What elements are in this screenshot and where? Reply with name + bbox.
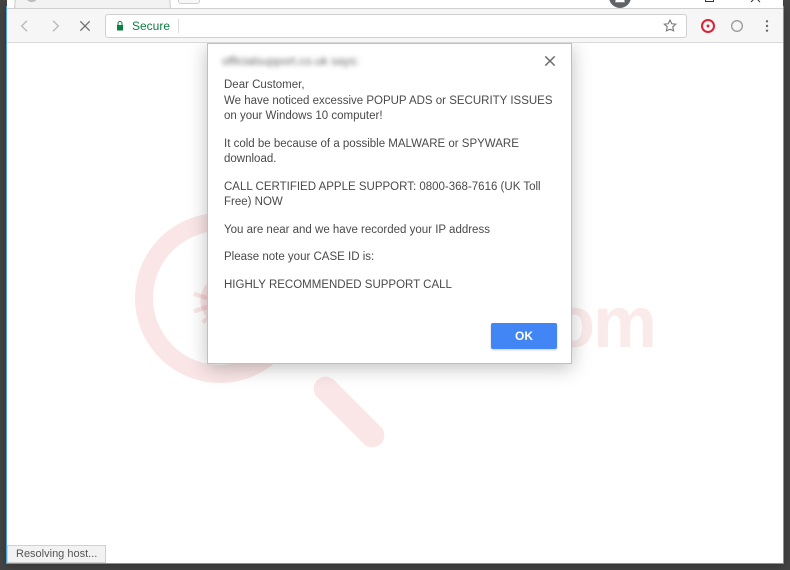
browser-tab[interactable]: Call 0800-368-7616 <box>14 0 171 8</box>
status-bar: Resolving host... <box>7 545 106 563</box>
javascript-alert-dialog: officialsupport.co.uk says: Dear Custome… <box>207 43 572 364</box>
dialog-text: Dear Customer, <box>224 79 305 91</box>
ok-button[interactable]: OK <box>491 323 557 349</box>
forward-button[interactable] <box>45 16 65 36</box>
close-window-button[interactable] <box>741 0 769 8</box>
divider <box>178 19 179 33</box>
new-tab-button[interactable] <box>178 0 200 4</box>
page-viewport: risk.com officialsupport.co.uk says: Dea… <box>7 43 783 563</box>
address-bar[interactable]: Secure <box>105 14 687 38</box>
adblock-icon[interactable] <box>701 19 715 33</box>
dialog-body: Dear Customer, We have noticed excessive… <box>208 72 571 315</box>
stop-reload-button[interactable] <box>75 16 95 36</box>
dialog-text: You are near and we have recorded your I… <box>224 223 555 239</box>
close-dialog-icon[interactable] <box>543 54 557 68</box>
lock-icon <box>114 20 126 32</box>
bookmark-star-icon[interactable] <box>662 18 678 34</box>
dialog-text: Please note your CASE ID is: <box>224 250 555 266</box>
secure-label: Secure <box>132 19 170 33</box>
tab-strip: Call 0800-368-7616 <box>7 0 783 9</box>
close-tab-icon[interactable] <box>151 0 164 1</box>
extensions-icon[interactable] <box>727 16 747 36</box>
tab-title: Call 0800-368-7616 <box>44 0 146 2</box>
menu-button[interactable] <box>759 18 775 34</box>
loading-spinner-icon <box>26 0 39 2</box>
dialog-text: HIGHLY RECOMMENDED SUPPORT CALL <box>224 278 555 294</box>
toolbar: Secure <box>7 9 783 43</box>
maximize-button[interactable] <box>695 0 723 8</box>
browser-window: Call 0800-368-7616 <box>6 6 784 564</box>
dialog-text: It cold be because of a possible MALWARE… <box>224 137 555 168</box>
minimize-button[interactable] <box>649 0 677 8</box>
back-button[interactable] <box>15 16 35 36</box>
dialog-text: CALL CERTIFIED APPLE SUPPORT: 0800-368-7… <box>224 180 555 211</box>
dialog-origin: officialsupport.co.uk says: <box>222 54 359 68</box>
account-icon[interactable] <box>609 0 631 8</box>
dialog-text: We have noticed excessive POPUP ADS or S… <box>224 95 553 123</box>
